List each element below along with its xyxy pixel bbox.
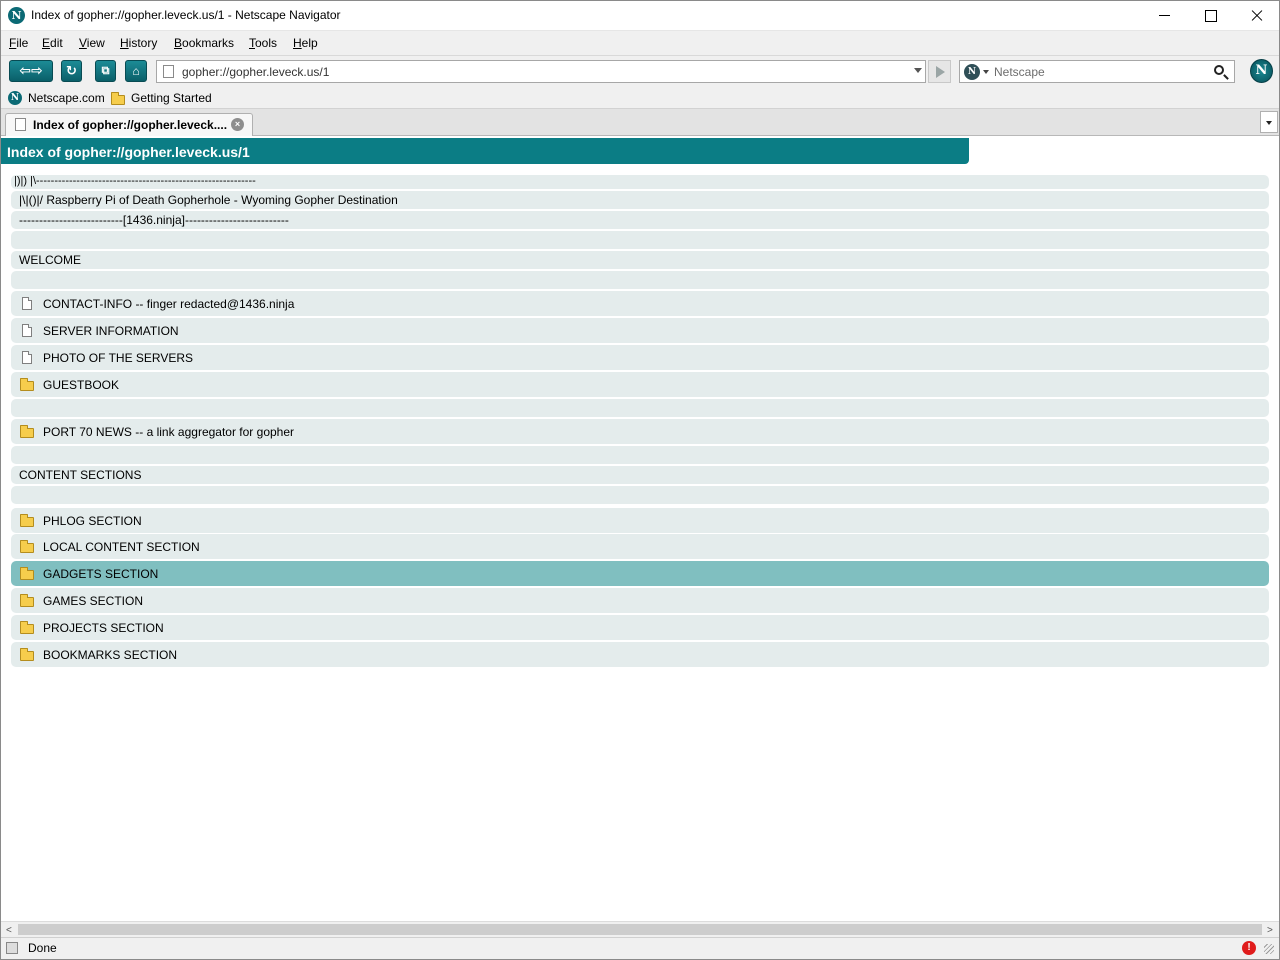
info-row (11, 271, 1269, 289)
document-icon (22, 324, 32, 337)
info-row: |)|) |\---------------------------------… (11, 175, 1269, 189)
document-item[interactable]: PHOTO OF THE SERVERS (11, 345, 1269, 370)
item-label[interactable]: GUESTBOOK (43, 378, 119, 392)
item-label[interactable]: CONTACT-INFO -- finger redacted@1436.nin… (43, 297, 294, 311)
item-label[interactable]: PHLOG SECTION (43, 514, 142, 528)
resize-grip-icon[interactable] (1264, 944, 1274, 954)
document-item[interactable]: CONTACT-INFO -- finger redacted@1436.nin… (11, 291, 1269, 316)
bookmark-getting-started[interactable]: Getting Started (131, 91, 212, 105)
folder-icon (20, 540, 34, 553)
directory-item[interactable]: PORT 70 NEWS -- a link aggregator for go… (11, 419, 1269, 444)
item-label[interactable]: GADGETS SECTION (43, 567, 158, 581)
folder-icon (20, 378, 34, 391)
search-bar[interactable]: N Netscape (959, 60, 1235, 83)
alert-icon[interactable]: ! (1242, 941, 1256, 955)
directory-item[interactable]: PHLOG SECTION (11, 508, 1269, 533)
directory-item[interactable]: BOOKMARKS SECTION (11, 642, 1269, 667)
back-forward-button[interactable]: ⇦⇨ (9, 60, 53, 82)
tab-current[interactable]: Index of gopher://gopher.leveck.... × (5, 113, 253, 136)
item-label[interactable]: LOCAL CONTENT SECTION (43, 540, 200, 554)
info-row (11, 231, 1269, 249)
url-dropdown-icon[interactable] (914, 68, 922, 73)
window-title: Index of gopher://gopher.leveck.us/1 - N… (31, 8, 341, 22)
close-tab-icon[interactable]: × (231, 118, 244, 131)
info-row: |\|()|/ Raspberry Pi of Death Gopherhole… (11, 191, 1269, 209)
info-row: --------------------------[1436.ninja]--… (11, 211, 1269, 229)
info-text: |\|()|/ Raspberry Pi of Death Gopherhole… (19, 193, 398, 207)
info-row (11, 446, 1269, 464)
info-row (11, 486, 1269, 504)
folder-icon (20, 567, 34, 580)
folder-icon (20, 621, 34, 634)
search-engine-dropdown-icon[interactable] (983, 70, 989, 74)
menu-bookmarks[interactable]: Bookmarks (174, 36, 234, 50)
menu-history[interactable]: History (120, 36, 157, 50)
menu-view[interactable]: View (79, 36, 105, 50)
status-bar: Done ! (1, 937, 1279, 959)
horizontal-scrollbar[interactable]: < > (1, 921, 1279, 937)
page-icon (163, 65, 174, 78)
status-text: Done (28, 941, 57, 955)
directory-item[interactable]: GUESTBOOK (11, 372, 1269, 397)
directory-item[interactable]: GAMES SECTION (11, 588, 1269, 613)
folder-icon (20, 648, 34, 661)
status-page-icon (6, 942, 18, 954)
info-text: WELCOME (19, 253, 82, 267)
menu-bar: File Edit View History Bookmarks Tools H… (0, 31, 1280, 56)
menu-help[interactable]: Help (293, 36, 318, 50)
page-header: Index of gopher://gopher.leveck.us/1 (1, 138, 969, 164)
folder-icon (20, 514, 34, 527)
item-label[interactable]: PORT 70 NEWS -- a link aggregator for go… (43, 425, 294, 439)
reload-button[interactable]: ↻ (61, 60, 82, 82)
netscape-icon: N (8, 91, 22, 105)
maximize-button[interactable] (1188, 0, 1234, 31)
minimize-button[interactable] (1142, 0, 1188, 31)
document-icon (22, 297, 32, 310)
info-row: CONTENT SECTIONS (11, 466, 1269, 484)
item-label[interactable]: SERVER INFORMATION (43, 324, 179, 338)
folder-icon (20, 425, 34, 438)
menu-edit[interactable]: Edit (42, 36, 63, 50)
info-text: |)|) |\---------------------------------… (14, 175, 256, 187)
item-label[interactable]: PHOTO OF THE SERVERS (43, 351, 193, 365)
info-row: WELCOME (11, 251, 1269, 269)
bookmark-netscape-com[interactable]: Netscape.com (28, 91, 105, 105)
url-bar[interactable]: gopher://gopher.leveck.us/1 (156, 60, 926, 83)
directory-item[interactable]: PROJECTS SECTION (11, 615, 1269, 640)
search-icon[interactable] (1214, 65, 1224, 75)
menu-file[interactable]: File (9, 36, 28, 50)
search-placeholder[interactable]: Netscape (994, 65, 1045, 79)
folder-icon (20, 594, 34, 607)
item-label[interactable]: GAMES SECTION (43, 594, 143, 608)
netscape-app-icon: N (8, 7, 25, 24)
directory-item[interactable]: GADGETS SECTION (11, 561, 1269, 586)
info-row (11, 399, 1269, 417)
close-window-button[interactable] (1234, 0, 1280, 31)
scroll-right-icon[interactable]: > (1267, 925, 1273, 936)
tab-label: Index of gopher://gopher.leveck.... (33, 118, 228, 132)
info-text: --------------------------[1436.ninja]--… (19, 213, 289, 227)
page-icon (15, 118, 26, 131)
page-content: Index of gopher://gopher.leveck.us/1 |)|… (1, 136, 1279, 921)
menu-tools[interactable]: Tools (249, 36, 277, 50)
home-button[interactable]: ⌂ (125, 60, 147, 82)
tab-list-button[interactable] (1260, 111, 1278, 133)
item-label[interactable]: BOOKMARKS SECTION (43, 648, 177, 662)
document-item[interactable]: SERVER INFORMATION (11, 318, 1269, 343)
netscape-throbber-icon[interactable]: N (1250, 59, 1273, 83)
document-icon (22, 351, 32, 364)
info-text: CONTENT SECTIONS (19, 468, 142, 482)
new-tab-button[interactable]: ⧉ (95, 60, 116, 82)
folder-icon (111, 92, 125, 105)
directory-item[interactable]: LOCAL CONTENT SECTION (11, 534, 1269, 559)
page-title: Index of gopher://gopher.leveck.us/1 (7, 144, 250, 160)
item-label[interactable]: PROJECTS SECTION (43, 621, 164, 635)
url-text[interactable]: gopher://gopher.leveck.us/1 (182, 65, 329, 79)
title-bar: N Index of gopher://gopher.leveck.us/1 -… (0, 0, 1280, 31)
scroll-left-icon[interactable]: < (6, 925, 12, 936)
go-button[interactable] (928, 60, 951, 83)
scrollbar-thumb[interactable] (18, 924, 1262, 935)
search-engine-icon[interactable]: N (964, 64, 980, 80)
